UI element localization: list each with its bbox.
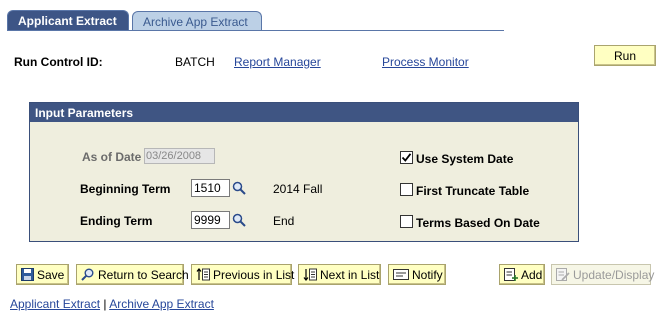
add-icon	[504, 268, 518, 281]
run-control-id-label: Run Control ID:	[14, 55, 103, 69]
beginning-term-description: 2014 Fall	[273, 182, 323, 196]
report-manager-link[interactable]: Report Manager	[234, 55, 321, 69]
run-button[interactable]: Run	[594, 45, 656, 66]
save-button[interactable]: Save	[16, 264, 69, 285]
tab-underline	[7, 30, 504, 31]
as-of-date-field: 03/26/2008	[144, 148, 215, 164]
first-truncate-table-checkbox[interactable]	[400, 183, 413, 196]
next-in-list-icon	[303, 268, 317, 281]
notify-icon	[393, 269, 409, 280]
footer-links: Applicant Extract | Archive App Extract	[10, 297, 214, 311]
tab-applicant-extract[interactable]: Applicant Extract	[7, 10, 129, 31]
terms-based-on-date-label: Terms Based On Date	[416, 216, 540, 230]
update-display-label: Update/Display	[573, 267, 655, 282]
update-display-icon	[556, 268, 570, 281]
beginning-term-lookup-icon[interactable]	[232, 181, 246, 195]
tab-archive-app-extract[interactable]: Archive App Extract	[132, 11, 262, 31]
previous-in-list-button[interactable]: Previous in List	[191, 264, 295, 285]
tab-strip: Applicant Extract Archive App Extract	[7, 10, 504, 31]
beginning-term-input[interactable]: 1510	[191, 179, 230, 197]
process-monitor-link[interactable]: Process Monitor	[382, 55, 469, 69]
as-of-date-label: As of Date	[82, 150, 142, 164]
next-in-list-button[interactable]: Next in List	[298, 264, 381, 285]
previous-in-list-icon	[196, 268, 210, 281]
use-system-date-checkbox[interactable]	[400, 151, 413, 164]
use-system-date-label: Use System Date	[416, 152, 514, 166]
next-in-list-label: Next in List	[320, 267, 380, 282]
footer-archive-app-extract-link[interactable]: Archive App Extract	[109, 297, 214, 311]
ending-term-label: Ending Term	[80, 214, 153, 228]
input-parameters-group: Input Parameters As of Date 03/26/2008 B…	[29, 102, 579, 242]
return-to-search-label: Return to Search	[98, 267, 189, 282]
footer-separator: |	[103, 297, 107, 311]
beginning-term-label: Beginning Term	[80, 182, 171, 196]
notify-label: Notify	[412, 267, 443, 282]
save-icon	[21, 268, 34, 281]
run-control-id-value: BATCH	[175, 55, 215, 69]
terms-based-on-date-checkbox[interactable]	[400, 215, 413, 228]
checkmark-icon	[401, 153, 412, 162]
search-icon	[81, 268, 94, 281]
update-display-button[interactable]: Update/Display	[551, 264, 655, 285]
save-label: Save	[37, 267, 65, 282]
return-to-search-button[interactable]: Return to Search	[76, 264, 189, 285]
first-truncate-table-label: First Truncate Table	[416, 184, 530, 198]
add-label: Add	[521, 267, 543, 282]
ending-term-description: End	[273, 214, 295, 228]
previous-in-list-label: Previous in List	[213, 267, 295, 282]
ending-term-input[interactable]: 9999	[191, 211, 230, 229]
footer-applicant-extract-link[interactable]: Applicant Extract	[10, 297, 100, 311]
input-parameters-header: Input Parameters	[30, 103, 578, 122]
ending-term-lookup-icon[interactable]	[232, 213, 246, 227]
add-button[interactable]: Add	[499, 264, 545, 285]
notify-button[interactable]: Notify	[388, 264, 446, 285]
